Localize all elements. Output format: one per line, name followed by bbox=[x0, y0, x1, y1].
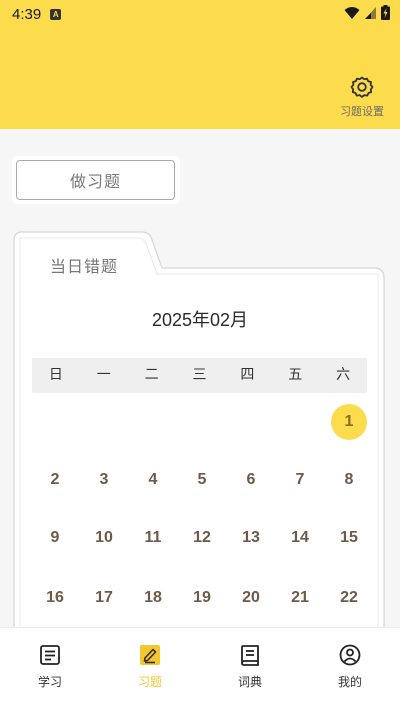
calendar-day[interactable]: 20 bbox=[233, 580, 269, 616]
status-bar: 4:39 A bbox=[0, 0, 400, 28]
practice-card: 做习题 bbox=[12, 156, 180, 204]
nav-tab-profile[interactable]: 我的 bbox=[300, 628, 400, 712]
calendar-day[interactable]: 15 bbox=[331, 520, 367, 556]
app-header: 4:39 A 习题设置 bbox=[0, 0, 400, 129]
app-notification-icon: A bbox=[50, 8, 62, 20]
calendar-day[interactable]: 9 bbox=[37, 520, 73, 556]
calendar-day[interactable]: 22 bbox=[331, 580, 367, 616]
nav-label: 习题 bbox=[137, 675, 162, 689]
bottom-navigation: 学习 习题 词典 我的 bbox=[0, 627, 400, 712]
calendar-day[interactable]: 2 bbox=[37, 462, 73, 498]
nav-tab-dictionary[interactable]: 词典 bbox=[200, 628, 300, 712]
settings-label: 习题设置 bbox=[340, 105, 384, 118]
calendar-day[interactable]: 7 bbox=[282, 462, 318, 498]
status-indicators bbox=[344, 5, 390, 20]
nav-label: 我的 bbox=[337, 675, 362, 689]
exercise-settings-button[interactable]: 习题设置 bbox=[336, 74, 388, 119]
calendar-day[interactable]: 8 bbox=[331, 462, 367, 498]
calendar-day[interactable]: 13 bbox=[233, 520, 269, 556]
signal-icon bbox=[365, 6, 376, 19]
calendar-day[interactable]: 11 bbox=[135, 520, 171, 556]
calendar-day[interactable]: 6 bbox=[233, 462, 269, 498]
nav-label: 词典 bbox=[237, 675, 262, 689]
weekday-label: 六 bbox=[336, 367, 351, 383]
dictionary-icon bbox=[241, 645, 259, 666]
nav-label: 学习 bbox=[37, 675, 62, 689]
calendar-day[interactable]: 5 bbox=[184, 462, 220, 498]
battery-icon bbox=[381, 5, 390, 20]
calendar-day[interactable]: 14 bbox=[282, 520, 318, 556]
calendar-day[interactable]: 18 bbox=[135, 580, 171, 616]
calendar-day-selected[interactable]: 1 bbox=[331, 404, 367, 440]
profile-icon bbox=[339, 644, 361, 666]
weekday-label: 三 bbox=[192, 367, 207, 383]
calendar-day[interactable]: 3 bbox=[86, 462, 122, 498]
daily-mistakes-card: 当日错题 2025年02月 日 一 二 三 四 五 六 1 2 3 4 5 6 7 8 9 10 1… bbox=[12, 230, 388, 640]
weekday-label: 日 bbox=[48, 367, 63, 383]
weekday-label: 二 bbox=[144, 367, 159, 383]
nav-tab-study[interactable]: 学习 bbox=[0, 628, 100, 712]
nav-tab-exercise[interactable]: 习题 bbox=[100, 628, 200, 712]
weekday-label: 四 bbox=[240, 367, 255, 383]
do-exercise-button[interactable]: 做习题 bbox=[16, 160, 175, 200]
weekday-label: 一 bbox=[96, 367, 111, 383]
calendar-day[interactable]: 16 bbox=[37, 580, 73, 616]
calendar-month-title: 2025年02月 bbox=[151, 310, 249, 330]
study-icon bbox=[40, 645, 60, 665]
calendar-day[interactable]: 4 bbox=[135, 462, 171, 498]
folder-card-shape bbox=[13, 231, 385, 640]
calendar-day[interactable]: 17 bbox=[86, 580, 122, 616]
exercise-icon bbox=[140, 645, 160, 665]
weekday-header: 日 一 二 三 四 五 六 bbox=[32, 358, 367, 393]
calendar-day[interactable]: 21 bbox=[282, 580, 318, 616]
gear-icon bbox=[350, 76, 374, 98]
daily-mistakes-tab[interactable]: 当日错题 bbox=[50, 253, 118, 277]
weekday-label: 五 bbox=[288, 367, 303, 383]
status-time: 4:39 bbox=[12, 5, 42, 23]
calendar-day[interactable]: 10 bbox=[86, 520, 122, 556]
calendar-day[interactable]: 12 bbox=[184, 520, 220, 556]
calendar-day[interactable]: 19 bbox=[184, 580, 220, 616]
wifi-icon bbox=[344, 6, 360, 19]
